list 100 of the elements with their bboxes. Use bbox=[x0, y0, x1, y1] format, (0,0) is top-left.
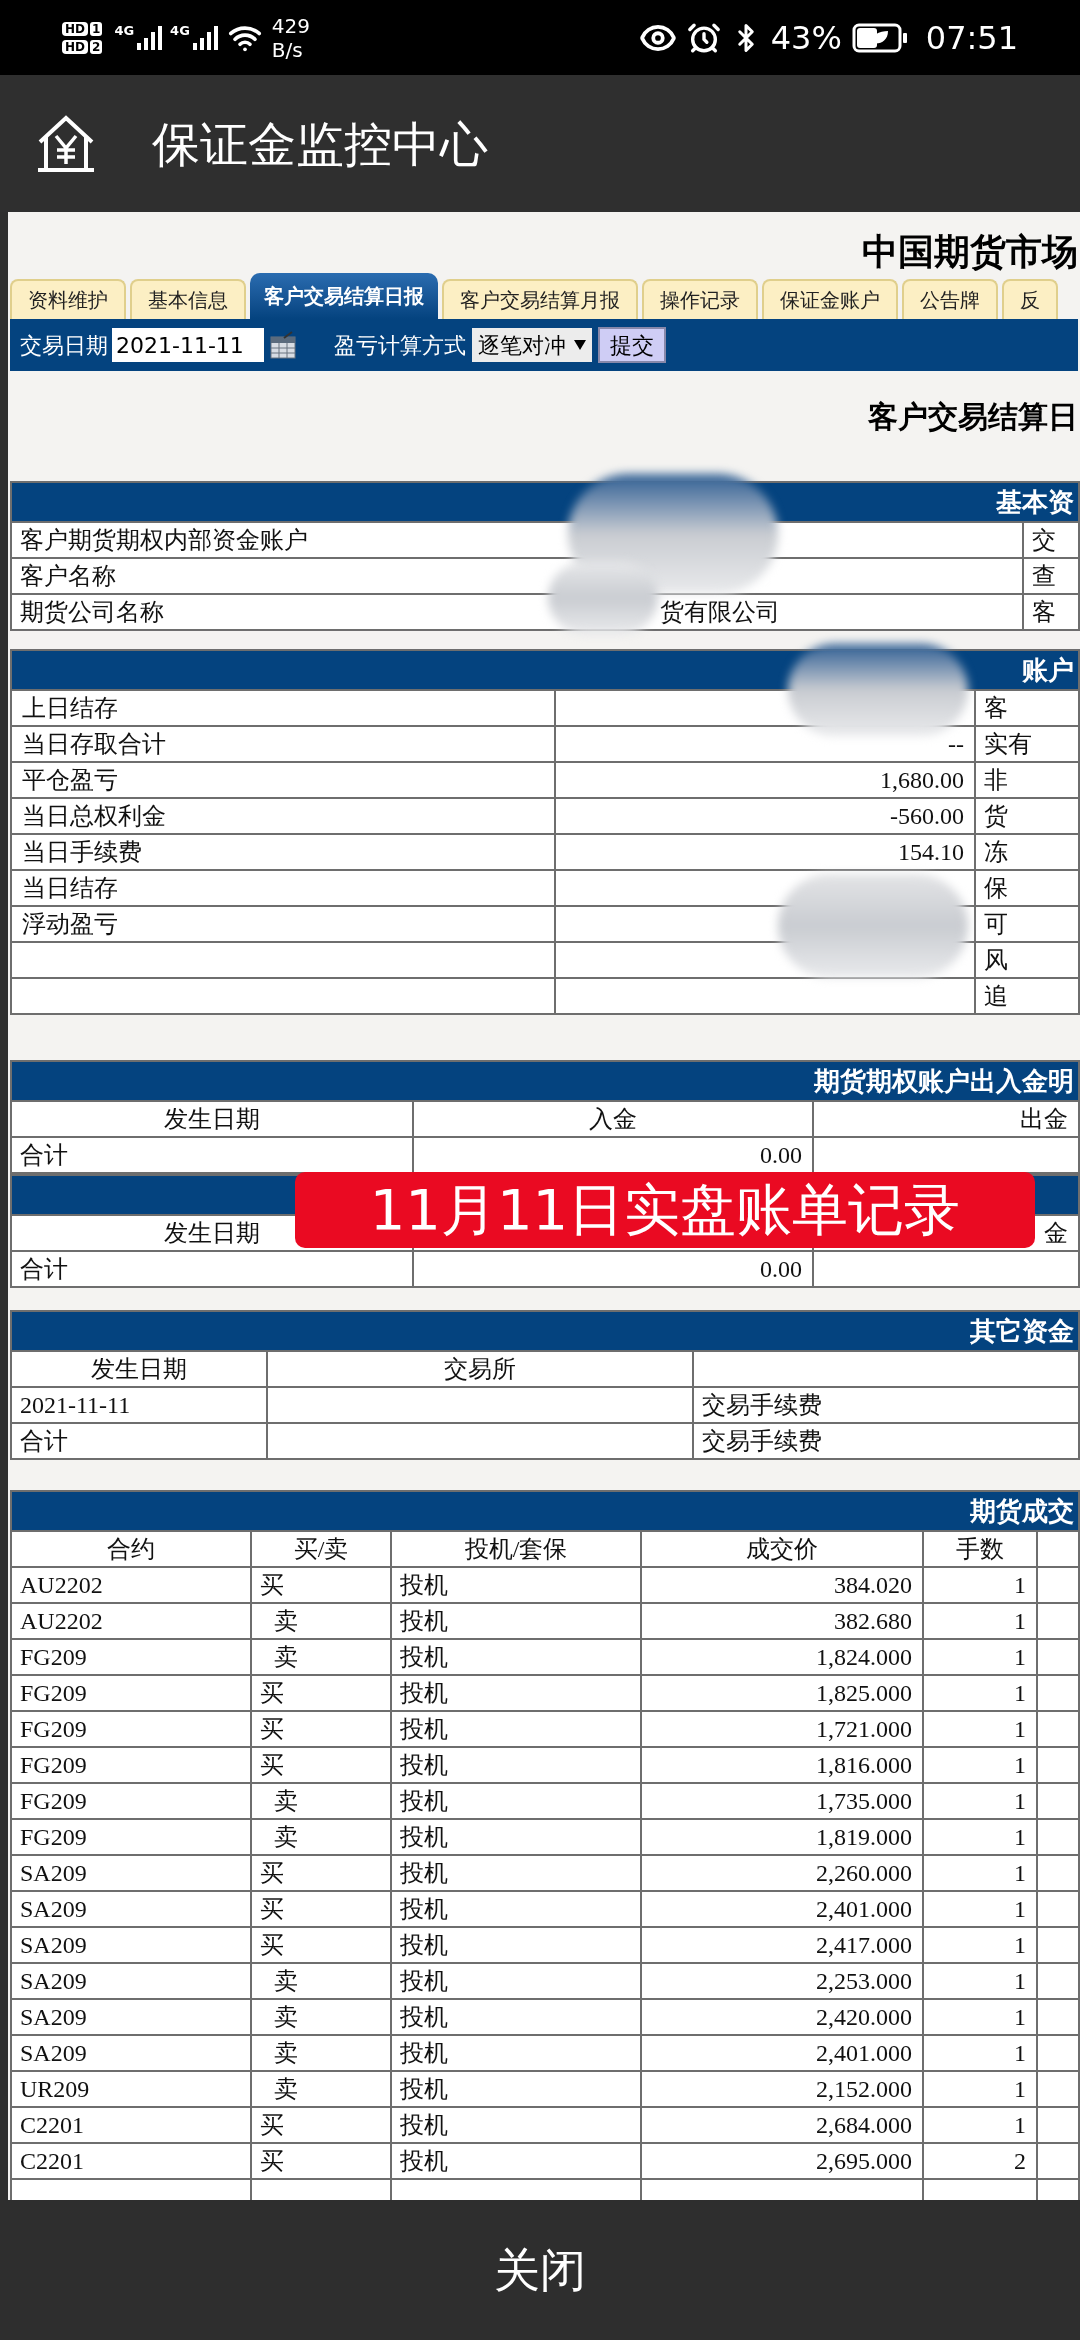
table-cell: 发生日期 bbox=[10, 1100, 414, 1138]
table-cell: 1 bbox=[922, 1566, 1038, 1604]
table-cell: 上日结存 bbox=[10, 689, 556, 727]
table-cell: 2,260.000 bbox=[640, 1854, 924, 1892]
table-cell: 1 bbox=[922, 1926, 1038, 1964]
table-cell: 投机 bbox=[390, 2034, 642, 2072]
table-cell bbox=[1036, 1674, 1080, 1712]
battery-icon bbox=[851, 22, 908, 53]
table-cell: C2201 bbox=[10, 2142, 252, 2180]
table-cell: 投机/套保 bbox=[390, 1530, 642, 1568]
table-cell: 浮动盈亏 bbox=[10, 905, 556, 943]
table-cell: 2 bbox=[922, 2142, 1038, 2180]
tab[interactable]: 操作记录 bbox=[642, 279, 758, 319]
table-cell: 买 bbox=[250, 1710, 392, 1748]
table-cell: 1 bbox=[922, 1710, 1038, 1748]
tab[interactable]: 资料维护 bbox=[10, 279, 126, 319]
table-cell: 货 bbox=[974, 797, 1080, 835]
table-cell: 0.00 bbox=[412, 1136, 814, 1174]
table-cell: 卖 bbox=[250, 1998, 392, 2036]
table-cell bbox=[1036, 1638, 1080, 1676]
table-cell: 投机 bbox=[390, 1782, 642, 1820]
table-cell: SA209 bbox=[10, 2034, 252, 2072]
table-cell: SA209 bbox=[10, 1962, 252, 2000]
table-cell: 实有 bbox=[974, 725, 1080, 763]
tab[interactable]: 公告牌 bbox=[902, 279, 998, 319]
table-cell: 保 bbox=[974, 869, 1080, 907]
table-cell: FG209 bbox=[10, 1638, 252, 1676]
table-cell bbox=[1036, 1926, 1080, 1964]
table-cell: 382.680 bbox=[640, 1602, 924, 1640]
table-cell: 客 bbox=[974, 689, 1080, 727]
table-cell: C2201 bbox=[10, 2106, 252, 2144]
table-cell: 买 bbox=[250, 1674, 392, 1712]
table-cell: 2,684.000 bbox=[640, 2106, 924, 2144]
calc-method-select[interactable]: 逐笔对冲 bbox=[472, 328, 592, 362]
network-speed: 429 bbox=[271, 15, 310, 36]
table-cell: 当日手续费 bbox=[10, 833, 556, 871]
section-title: 其它资金 bbox=[970, 1315, 1074, 1348]
table-cell: 卖 bbox=[250, 2070, 392, 2108]
tab[interactable]: 保证金账户 bbox=[762, 279, 898, 319]
tab[interactable]: 反 bbox=[1002, 279, 1058, 319]
table-cell: 入金 bbox=[412, 1100, 814, 1138]
table-cell bbox=[1036, 1854, 1080, 1892]
table-cell bbox=[1036, 1818, 1080, 1856]
section-title: 账户 bbox=[1022, 654, 1074, 687]
table-cell: 1 bbox=[922, 1782, 1038, 1820]
table-cell: 1 bbox=[922, 2034, 1038, 2072]
table-cell: AU2202 bbox=[10, 1566, 252, 1604]
table-cell: 384.020 bbox=[640, 1566, 924, 1604]
table-cell: 手数 bbox=[922, 1530, 1038, 1568]
table-cell: 1 bbox=[922, 1854, 1038, 1892]
table-cell: FG209 bbox=[10, 1782, 252, 1820]
calendar-icon[interactable] bbox=[270, 331, 296, 359]
table-cell: 当日结存 bbox=[10, 869, 556, 907]
table-cell: 2,420.000 bbox=[640, 1998, 924, 2036]
table-cell: 查 bbox=[1022, 557, 1080, 595]
sim-slot: 2 bbox=[90, 39, 103, 54]
table-cell: 货有限公司 bbox=[652, 593, 1024, 631]
signal-icon bbox=[191, 25, 218, 51]
table-cell: SA209 bbox=[10, 1926, 252, 1964]
table-cell: 交易手续费 bbox=[692, 1422, 1080, 1460]
section-title: 期货成交 bbox=[970, 1495, 1074, 1528]
table-cell: 投机 bbox=[390, 1602, 642, 1640]
submit-button[interactable]: 提交 bbox=[598, 327, 666, 363]
tab[interactable]: 基本信息 bbox=[130, 279, 246, 319]
table-cell: 交 bbox=[1022, 521, 1080, 559]
table-cell: UR209 bbox=[10, 2070, 252, 2108]
tab[interactable]: 客户交易结算日报 bbox=[250, 273, 438, 319]
tab[interactable]: 客户交易结算月报 bbox=[442, 279, 638, 319]
table-cell: 卖 bbox=[250, 1638, 392, 1676]
table-cell: SA209 bbox=[10, 1998, 252, 2036]
battery-percent: 43% bbox=[770, 21, 842, 54]
table-cell: 发生日期 bbox=[10, 1350, 268, 1388]
table-cell: 1 bbox=[922, 1674, 1038, 1712]
table-cell: 1,735.000 bbox=[640, 1782, 924, 1820]
table-cell: 1,824.000 bbox=[640, 1638, 924, 1676]
table-cell: 卖 bbox=[250, 1602, 392, 1640]
section-title: 期货期权账户出入金明 bbox=[814, 1065, 1074, 1098]
table-cell bbox=[1036, 1746, 1080, 1784]
table-cell: 买 bbox=[250, 2142, 392, 2180]
table-cell: 2,417.000 bbox=[640, 1926, 924, 1964]
table-cell: SA209 bbox=[10, 1854, 252, 1892]
table-cell: 1,721.000 bbox=[640, 1710, 924, 1748]
table-cell: 投机 bbox=[390, 2106, 642, 2144]
app-title: 保证金监控中心 bbox=[152, 114, 488, 174]
table-cell: 合计 bbox=[10, 1136, 414, 1174]
table-cell: 客 bbox=[1022, 593, 1080, 631]
table-cell: 合计 bbox=[10, 1422, 268, 1460]
table-cell: 投机 bbox=[390, 1962, 642, 2000]
date-label: 交易日期 bbox=[20, 331, 108, 360]
table-cell: FG209 bbox=[10, 1746, 252, 1784]
table-cell bbox=[1036, 1602, 1080, 1640]
close-button[interactable]: 关闭 bbox=[474, 2235, 606, 2305]
table-cell bbox=[1036, 1782, 1080, 1820]
date-field[interactable]: 2021-11-11 bbox=[112, 328, 264, 362]
table-cell: 投机 bbox=[390, 1818, 642, 1856]
site-title: 中国期货市场 bbox=[862, 234, 1078, 270]
sim-badge: HD bbox=[62, 39, 88, 54]
table-cell: 投机 bbox=[390, 1746, 642, 1784]
table-cell bbox=[1036, 1962, 1080, 2000]
table-cell: 1 bbox=[922, 2070, 1038, 2108]
